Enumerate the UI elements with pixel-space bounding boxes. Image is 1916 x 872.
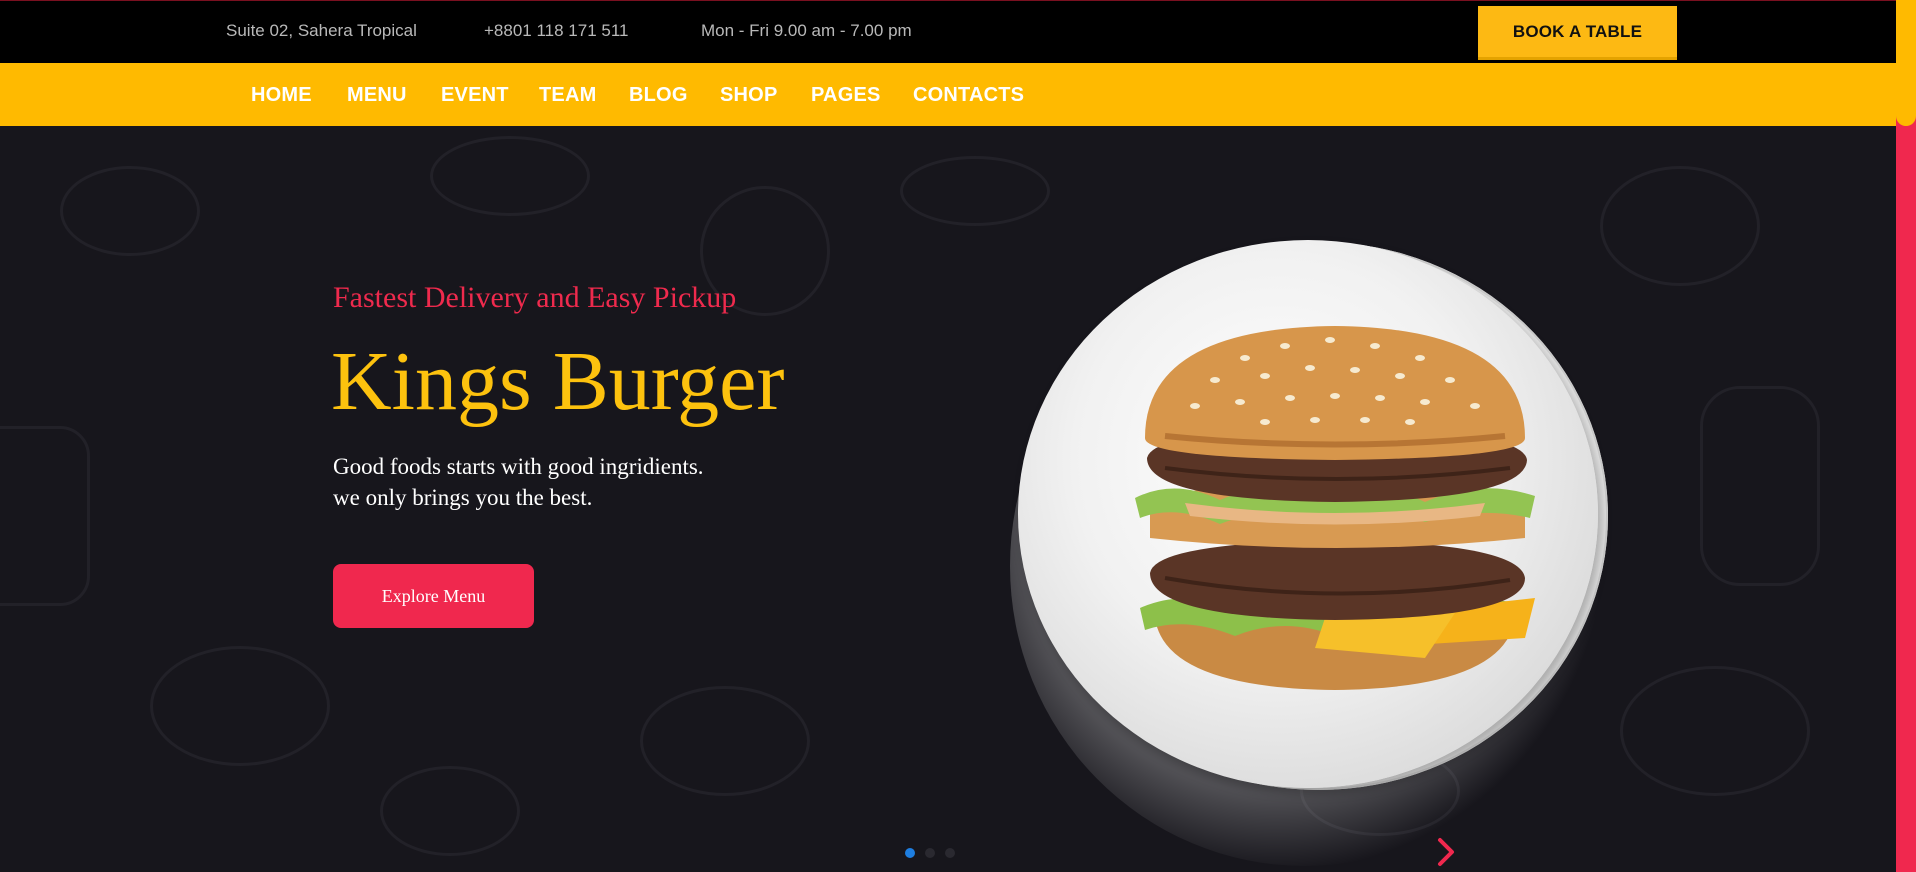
burger-image bbox=[1135, 326, 1535, 690]
doodle-shape bbox=[150, 646, 330, 766]
explore-menu-button[interactable]: Explore Menu bbox=[333, 564, 534, 628]
slider-dot[interactable] bbox=[945, 848, 955, 858]
main-nav: HOME MENU EVENT TEAM BLOG SHOP PAGES CON… bbox=[0, 63, 1896, 126]
doodle-shape bbox=[1700, 386, 1820, 586]
doodle-shape bbox=[1600, 166, 1760, 286]
phone-text: +8801 118 171 511 bbox=[484, 21, 629, 40]
doodle-shape bbox=[380, 766, 520, 856]
hero-description-line: Good foods starts with good ingridients. bbox=[333, 454, 704, 479]
book-table-button[interactable]: BOOK A TABLE bbox=[1478, 6, 1677, 60]
nav-item-home[interactable]: HOME bbox=[251, 84, 312, 107]
doodle-shape bbox=[0, 426, 90, 606]
chevron-right-icon[interactable] bbox=[1432, 836, 1460, 868]
nav-item-contacts[interactable]: CONTACTS bbox=[913, 84, 1024, 107]
page-scrollbar[interactable] bbox=[1896, 0, 1916, 872]
hero-subtitle: Fastest Delivery and Easy Pickup bbox=[333, 281, 737, 314]
doodle-shape bbox=[640, 686, 810, 796]
doodle-shape bbox=[900, 156, 1050, 226]
doodle-shape bbox=[430, 136, 590, 216]
hero-description-line: we only brings you the best. bbox=[333, 485, 593, 510]
scrollbar-thumb[interactable] bbox=[1896, 0, 1916, 126]
nav-item-team[interactable]: TEAM bbox=[539, 84, 596, 107]
address-text: Suite 02, Sahera Tropical bbox=[226, 21, 417, 40]
doodle-shape bbox=[1620, 666, 1810, 796]
nav-item-event[interactable]: EVENT bbox=[441, 84, 509, 107]
hero-description: Good foods starts with good ingridients.… bbox=[333, 451, 704, 513]
slider-dot-active[interactable] bbox=[905, 848, 915, 858]
hero-title: Kings Burger bbox=[331, 335, 785, 428]
nav-item-shop[interactable]: SHOP bbox=[720, 84, 777, 107]
doodle-shape bbox=[60, 166, 200, 256]
slider-dot[interactable] bbox=[925, 848, 935, 858]
nav-item-blog[interactable]: BLOG bbox=[629, 84, 688, 107]
top-info-bar: Suite 02, Sahera Tropical +8801 118 171 … bbox=[0, 0, 1896, 63]
nav-item-pages[interactable]: PAGES bbox=[811, 84, 881, 107]
hero-slider: Fastest Delivery and Easy Pickup Kings B… bbox=[0, 126, 1896, 872]
hours-text: Mon - Fri 9.00 am - 7.00 pm bbox=[701, 21, 912, 40]
nav-item-menu[interactable]: MENU bbox=[347, 84, 407, 107]
